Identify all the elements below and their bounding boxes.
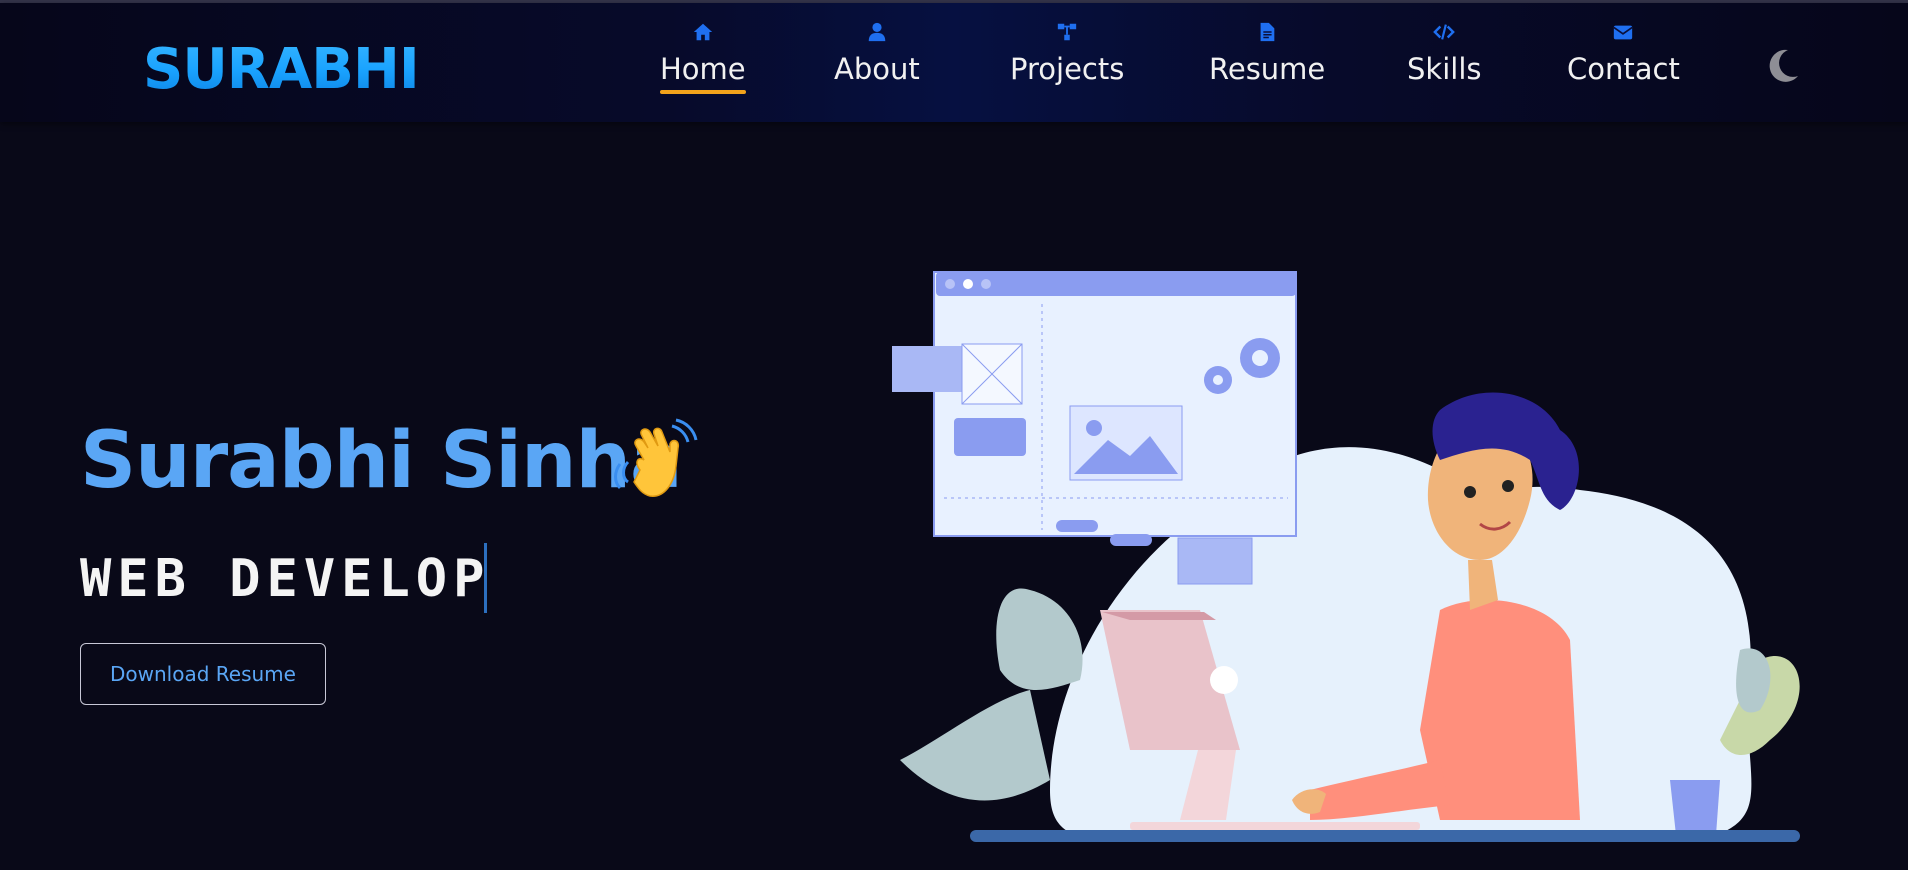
sitemap-icon [1058,23,1077,41]
nav-item-skills[interactable]: Skills [1407,21,1481,89]
nav-label: Contact [1567,52,1680,86]
nav-item-resume[interactable]: Resume [1209,21,1325,89]
main-nav: Home About Projects Resume Skills Contac… [0,3,1908,122]
home-icon [693,23,712,41]
nav-label: About [834,52,920,86]
navbar: SURABHI Home About Projects Resume Skill… [0,3,1908,122]
typing-cursor [484,543,487,613]
nav-label: Home [660,52,746,86]
developer-illustration [892,271,1800,842]
nav-item-projects[interactable]: Projects [1010,21,1124,89]
nav-label: Projects [1010,52,1125,86]
waving-hand-icon [614,418,698,497]
hero-role-typed: WEB DEVELOP [80,549,491,609]
code-icon [1433,24,1456,40]
nav-item-contact[interactable]: Contact [1567,21,1680,89]
nav-label: Resume [1209,52,1326,86]
download-resume-button[interactable]: Download Resume [80,643,326,705]
hero-name: Surabhi Sinha [80,416,683,506]
envelope-icon [1613,25,1634,40]
nav-label: Skills [1407,52,1482,86]
nav-item-about[interactable]: About [834,21,920,89]
user-icon [868,22,886,42]
moon-icon[interactable] [1762,46,1802,86]
document-icon [1260,22,1275,42]
active-underline [660,90,746,94]
nav-item-home[interactable]: Home [660,21,746,94]
